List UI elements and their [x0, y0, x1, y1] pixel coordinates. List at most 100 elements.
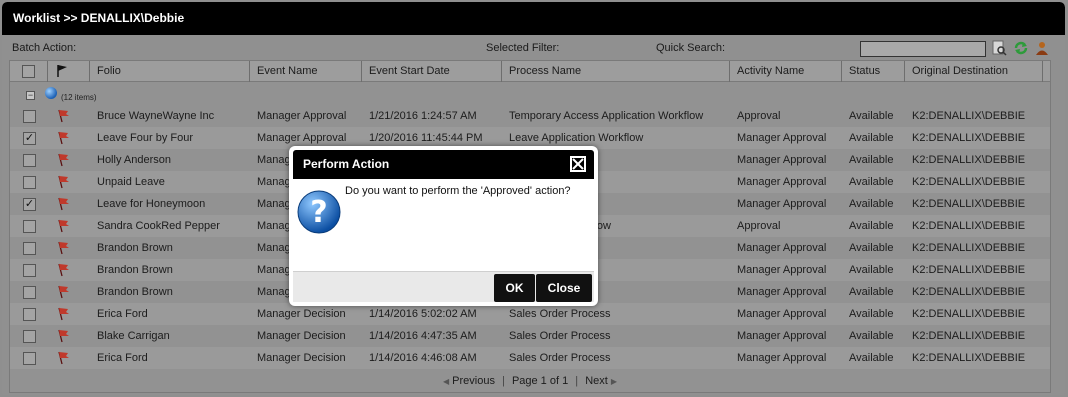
cell-activity-name: Manager Approval	[737, 154, 827, 166]
cell-folio[interactable]: Leave for Honeymoon	[90, 193, 250, 215]
quick-search-input[interactable]	[860, 41, 986, 57]
user-icon[interactable]	[1034, 40, 1050, 56]
cell-original-destination: K2:DENALLIX\DEBBIE	[912, 110, 1026, 122]
header-flag-cell	[48, 61, 90, 82]
cell-status: Available	[849, 176, 894, 188]
select-all-checkbox[interactable]	[22, 65, 35, 78]
column-original-destination[interactable]: Original Destination	[905, 61, 1043, 82]
row-checkbox[interactable]	[23, 110, 36, 123]
flag-icon[interactable]	[56, 219, 70, 233]
cell-event-start-date: 1/14/2016 5:02:02 AM	[369, 308, 477, 320]
dialog-title: Perform Action	[293, 150, 594, 179]
close-button[interactable]: Close	[536, 274, 592, 302]
cell-folio[interactable]: Sandra CookRed Pepper	[90, 215, 250, 237]
next-arrow-icon[interactable]: ▶	[611, 377, 617, 386]
cell-activity-name: Manager Approval	[737, 198, 827, 210]
row-checkbox[interactable]	[23, 330, 36, 343]
cell-folio[interactable]: Bruce WayneWayne Inc	[90, 105, 250, 127]
cell-process-name: Sales Order Process	[509, 330, 611, 342]
flag-icon[interactable]	[56, 263, 70, 277]
flag-icon[interactable]	[56, 153, 70, 167]
cell-process-name: Sales Order Process	[509, 352, 611, 364]
column-event-name[interactable]: Event Name	[250, 61, 362, 82]
close-icon[interactable]	[570, 156, 586, 172]
cell-status: Available	[849, 308, 894, 320]
cell-original-destination: K2:DENALLIX\DEBBIE	[912, 154, 1026, 166]
svg-text:?: ?	[310, 195, 327, 230]
row-checkbox[interactable]	[23, 352, 36, 365]
column-process-name[interactable]: Process Name	[502, 61, 730, 82]
flag-icon[interactable]	[56, 285, 70, 299]
flag-icon[interactable]	[56, 175, 70, 189]
collapse-group-icon[interactable]: −	[26, 91, 35, 100]
flag-icon[interactable]	[56, 307, 70, 321]
cell-event-name: Manager Approval	[257, 110, 347, 122]
globe-icon	[45, 87, 57, 99]
cell-activity-name: Manager Approval	[737, 352, 827, 364]
column-folio[interactable]: Folio	[90, 61, 250, 82]
flag-icon[interactable]	[56, 109, 70, 123]
cell-event-start-date: 1/21/2016 1:24:57 AM	[369, 110, 477, 122]
column-status[interactable]: Status	[842, 61, 905, 82]
previous-link[interactable]: Previous	[452, 375, 495, 387]
cell-event-start-date: 1/14/2016 4:47:35 AM	[369, 330, 477, 342]
cell-status: Available	[849, 132, 894, 144]
cell-event-name: Manager Decision	[257, 330, 346, 342]
cell-original-destination: K2:DENALLIX\DEBBIE	[912, 242, 1026, 254]
search-icon[interactable]	[991, 40, 1007, 56]
table-row[interactable]: Erica Ford Manager Decision 1/14/2016 4:46…	[10, 347, 1050, 369]
previous-arrow-icon[interactable]: ◀	[443, 377, 449, 386]
table-row[interactable]: Blake Carrigan Manager Decision 1/14/2016 …	[10, 325, 1050, 347]
cell-status: Available	[849, 220, 894, 232]
cell-original-destination: K2:DENALLIX\DEBBIE	[912, 198, 1026, 210]
group-row: − (12 items)	[10, 83, 1050, 105]
table-row[interactable]: Erica Ford Manager Decision 1/14/2016 5:02…	[10, 303, 1050, 325]
cell-folio[interactable]: Erica Ford	[90, 303, 250, 325]
flag-header-icon	[57, 65, 67, 77]
cell-folio[interactable]: Holly Anderson	[90, 149, 250, 171]
row-checkbox[interactable]	[23, 176, 36, 189]
cell-event-start-date: 1/14/2016 4:46:08 AM	[369, 352, 477, 364]
ok-button[interactable]: OK	[494, 274, 535, 302]
selected-filter-label[interactable]: Selected Filter:	[486, 42, 559, 54]
cell-status: Available	[849, 198, 894, 210]
row-checkbox[interactable]	[23, 220, 36, 233]
cell-folio[interactable]: Brandon Brown	[90, 259, 250, 281]
group-count: (12 items)	[61, 93, 97, 102]
flag-icon[interactable]	[56, 329, 70, 343]
row-checkbox[interactable]	[23, 286, 36, 299]
grid-header: Folio Event Name Event Start Date Proces…	[10, 61, 1050, 82]
flag-icon[interactable]	[56, 197, 70, 211]
cell-activity-name: Approval	[737, 220, 781, 232]
cell-folio[interactable]: Leave Four by Four	[90, 127, 250, 149]
cell-status: Available	[849, 286, 894, 298]
cell-activity-name: Manager Approval	[737, 264, 827, 276]
row-checkbox[interactable]	[23, 308, 36, 321]
cell-original-destination: K2:DENALLIX\DEBBIE	[912, 286, 1026, 298]
cell-folio[interactable]: Unpaid Leave	[90, 171, 250, 193]
quick-search-label: Quick Search:	[656, 42, 726, 54]
column-event-start-date[interactable]: Event Start Date	[362, 61, 502, 82]
refresh-icon[interactable]	[1013, 40, 1029, 56]
flag-icon[interactable]	[56, 241, 70, 255]
cell-folio[interactable]: Brandon Brown	[90, 237, 250, 259]
flag-icon[interactable]	[56, 131, 70, 145]
row-checkbox[interactable]	[23, 154, 36, 167]
row-checkbox[interactable]	[23, 264, 36, 277]
next-link[interactable]: Next	[585, 375, 608, 387]
cell-activity-name: Manager Approval	[737, 286, 827, 298]
batch-action-label[interactable]: Batch Action:	[12, 42, 76, 54]
table-row[interactable]: Bruce WayneWayne Inc Manager Approval 1/21…	[10, 105, 1050, 127]
column-activity-name[interactable]: Activity Name	[730, 61, 842, 82]
row-checkbox[interactable]: ✓	[23, 132, 36, 145]
row-checkbox[interactable]	[23, 242, 36, 255]
cell-status: Available	[849, 330, 894, 342]
cell-process-name: Temporary Access Application Workflow	[509, 110, 704, 122]
cell-original-destination: K2:DENALLIX\DEBBIE	[912, 220, 1026, 232]
flag-icon[interactable]	[56, 351, 70, 365]
cell-activity-name: Manager Approval	[737, 330, 827, 342]
cell-folio[interactable]: Brandon Brown	[90, 281, 250, 303]
row-checkbox[interactable]: ✓	[23, 198, 36, 211]
cell-folio[interactable]: Erica Ford	[90, 347, 250, 369]
cell-folio[interactable]: Blake Carrigan	[90, 325, 250, 347]
